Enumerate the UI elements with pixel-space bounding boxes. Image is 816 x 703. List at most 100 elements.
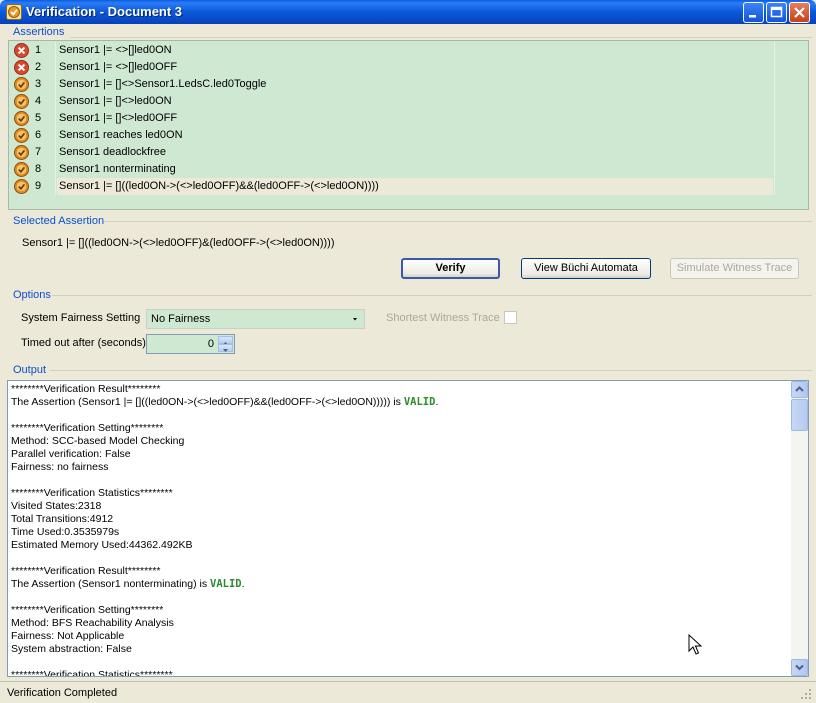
verify-button[interactable]: Verify: [401, 258, 500, 279]
output-scrollbar[interactable]: [791, 381, 808, 676]
output-line: Method: BFS Reachability Analysis: [11, 617, 788, 630]
output-textarea[interactable]: ********Verification Result******** The A…: [7, 380, 809, 677]
maximize-icon: [770, 6, 783, 18]
output-line: Fairness: no fairness: [11, 461, 788, 474]
assertion-row[interactable]: 9 Sensor1 |= []((led0ON->(<>led0OFF)&&(le…: [9, 178, 808, 195]
assertion-text: Sensor1 deadlockfree: [59, 146, 167, 158]
assertion-text: Sensor1 |= []((led0ON->(<>led0OFF)&&(led…: [59, 180, 379, 192]
window-title: Verification - Document 3: [26, 4, 183, 19]
output-line: ********Verification Setting********: [11, 604, 788, 617]
column-separator: [55, 93, 56, 110]
output-line-text: Method: SCC-based Model Checking: [11, 435, 185, 447]
output-line: Estimated Memory Used:44362.492KB: [11, 539, 788, 552]
output-line: Visited States:2318: [11, 500, 788, 513]
status-bar: Verification Completed: [0, 681, 816, 703]
column-separator: [55, 110, 56, 127]
scroll-thumb[interactable]: [791, 399, 808, 431]
chevron-down-icon[interactable]: [346, 310, 364, 328]
chevron-down-icon: [223, 349, 228, 352]
assertion-row[interactable]: 2 Sensor1 |= <>[]led0OFF: [9, 59, 808, 76]
column-separator: [55, 127, 56, 144]
assertion-text: Sensor1 |= []<>led0OFF: [59, 112, 178, 124]
group-divider: [70, 37, 812, 38]
output-line: ********Verification Result********: [11, 383, 788, 396]
fairness-value: No Fairness: [151, 313, 211, 325]
assertion-text: Sensor1 nonterminating: [59, 163, 176, 175]
view-buchi-automata-button[interactable]: View Büchi Automata: [521, 258, 651, 279]
assertion-row[interactable]: 5 Sensor1 |= []<>led0OFF: [9, 110, 808, 127]
output-line: ********Verification Statistics********: [11, 487, 788, 500]
output-line-text: Parallel verification: False: [11, 448, 131, 460]
selected-assertion-group-label: Selected Assertion: [13, 215, 105, 227]
assertion-row[interactable]: 8 Sensor1 nonterminating: [9, 161, 808, 178]
shortest-witness-checkbox[interactable]: [504, 311, 517, 324]
assertion-number: 8: [35, 163, 42, 175]
column-separator: [55, 178, 56, 195]
close-button[interactable]: [789, 2, 810, 23]
output-line-text: ********Verification Statistics********: [11, 669, 173, 676]
spin-up-button[interactable]: [218, 336, 233, 345]
assertion-row[interactable]: 4 Sensor1 |= []<>led0ON: [9, 93, 808, 110]
output-line-text: ********Verification Setting********: [11, 422, 164, 434]
assertion-row[interactable]: 1 Sensor1 |= <>[]led0ON: [9, 42, 808, 59]
assertions-list[interactable]: 1 Sensor1 |= <>[]led0ON 2 Sensor1 |= <>[]le…: [8, 40, 809, 210]
output-line: ********Verification Result********: [11, 565, 788, 578]
spin-down-button[interactable]: [218, 344, 233, 352]
assertions-group-label: Assertions: [13, 26, 65, 38]
verification-window: Verification - Document 3 Assertions 1 Se…: [0, 0, 816, 703]
output-group-label: Output: [13, 364, 47, 376]
close-icon: [794, 7, 805, 18]
output-line-text: Visited States:2318: [11, 500, 102, 512]
assertion-text: Sensor1 reaches led0ON: [59, 129, 183, 141]
assertion-row[interactable]: 6 Sensor1 reaches led0ON: [9, 127, 808, 144]
scroll-down-button[interactable]: [791, 659, 808, 676]
output-line-text: Method: BFS Reachability Analysis: [11, 617, 174, 629]
resize-grip-icon[interactable]: [800, 688, 812, 700]
column-separator: [774, 127, 775, 144]
assertion-row[interactable]: 7 Sensor1 deadlockfree: [9, 144, 808, 161]
fairness-label: System Fairness Setting: [21, 312, 141, 324]
minimize-button[interactable]: [743, 2, 764, 23]
column-separator: [774, 42, 775, 59]
column-separator: [774, 93, 775, 110]
scroll-up-button[interactable]: [791, 381, 808, 398]
output-line-end: .: [435, 396, 439, 408]
output-line-text: The Assertion (Sensor1 nonterminating) i…: [11, 578, 211, 590]
column-separator: [55, 76, 56, 93]
output-line-text: Total Transitions:4912: [11, 513, 114, 525]
fairness-select[interactable]: No Fairness: [146, 309, 365, 329]
title-bar[interactable]: Verification - Document 3: [0, 0, 816, 24]
output-line-text: ********Verification Result********: [11, 383, 161, 395]
output-line: The Assertion (Sensor1 |= []((led0ON->(<…: [11, 396, 788, 409]
assertion-row[interactable]: 3 Sensor1 |= []<>Sensor1.LedsC.led0Toggle: [9, 76, 808, 93]
check-badge-icon: [14, 179, 29, 194]
output-line: Total Transitions:4912: [11, 513, 788, 526]
output-text: ********Verification Result******** The A…: [11, 383, 788, 676]
timeout-label: Timed out after (seconds): [21, 337, 146, 349]
column-separator: [774, 144, 775, 161]
check-badge-icon: [14, 128, 29, 143]
selected-assertion-text: Sensor1 |= []((led0ON->(<>led0OFF)&(led0…: [22, 237, 335, 249]
status-text: Verification Completed: [7, 687, 118, 699]
output-line: The Assertion (Sensor1 nonterminating) i…: [11, 578, 788, 591]
assertion-number: 7: [35, 146, 42, 158]
valid-result: VALID: [210, 578, 242, 590]
column-separator: [774, 76, 775, 93]
group-divider: [50, 370, 812, 371]
mouse-cursor-icon: [688, 634, 702, 655]
assertion-text: Sensor1 |= []<>led0ON: [59, 95, 172, 107]
valid-result: VALID: [403, 396, 436, 408]
check-badge-icon: [14, 162, 29, 177]
output-line: Method: SCC-based Model Checking: [11, 435, 788, 448]
assertion-number: 9: [35, 180, 42, 192]
timeout-stepper[interactable]: 0: [146, 334, 235, 354]
maximize-button[interactable]: [766, 2, 787, 23]
output-line-end: .: [241, 578, 245, 590]
output-line: Fairness: Not Applicable: [11, 630, 788, 643]
column-separator: [55, 144, 56, 161]
assertion-number: 5: [35, 112, 42, 124]
simulate-witness-trace-button[interactable]: Simulate Witness Trace: [670, 258, 799, 279]
output-line: Parallel verification: False: [11, 448, 788, 461]
